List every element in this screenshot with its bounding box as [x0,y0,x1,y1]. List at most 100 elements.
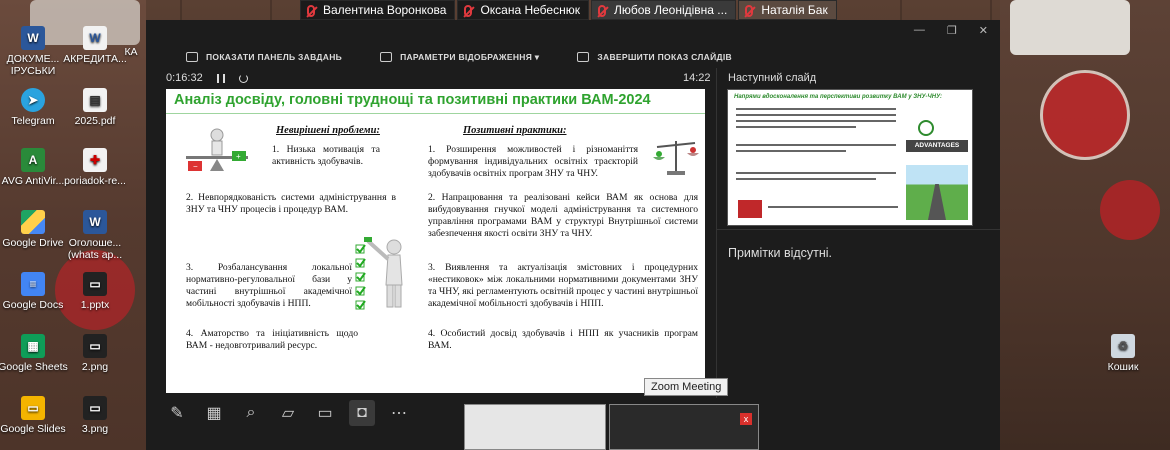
wallpaper-decor [1100,180,1160,240]
recycle-bin-icon: ♻ [1111,334,1135,358]
road-image [906,165,968,220]
pen-icon[interactable]: ✎ [164,400,190,426]
subtitles-icon[interactable]: ▭ [312,400,338,426]
desktop-icon-google-docs[interactable]: ≡ Google Docs [0,272,68,311]
png-icon: ▭ [83,334,107,358]
telegram-icon: ➤ [21,88,45,112]
text-line [736,178,876,180]
desktop-icon-pdf-2025[interactable]: ▤ 2025.pdf [60,88,130,127]
text-line [736,108,896,110]
tooltip: Zoom Meeting [644,378,729,396]
right-heading: Позитивні практики: [463,125,567,136]
minimize-icon[interactable]: — [914,24,925,38]
google-docs-icon: ≡ [21,272,45,296]
next-slide-title: Напрями вдосконалення та перспективи роз… [734,94,942,100]
desktop-icon-announcement[interactable]: W Оголоше... (whats ap... [60,210,130,261]
next-slide-thumbnail[interactable]: Напрями вдосконалення та перспективи роз… [727,89,973,226]
pdf-icon: ✚ [83,148,107,172]
presenter-view-window: — ❐ ✕ ПОКАЗАТИ ПАНЕЛЬ ЗАВДАНЬ ПАРАМЕТРИ … [146,20,1000,450]
left-item-2: 2. Невпорядкованість системи адмініструв… [186,192,396,215]
see-all-slides-icon[interactable]: ▦ [201,400,227,426]
target-icon [918,120,934,136]
window-preview-presentation[interactable] [464,404,606,450]
desktop-icon-telegram[interactable]: ➤ Telegram [0,88,68,127]
right-item-3: 3. Виявлення та актуалізація змістовних … [428,262,698,309]
right-item-2: 2. Напрацювання та реалізовані кейси ВАМ… [428,192,698,239]
display-settings-button[interactable]: ПАРАМЕТРИ ВІДОБРАЖЕННЯ ▾ [380,52,539,63]
seesaw-illustration-icon: − + [186,128,248,171]
more-options-icon[interactable]: ⋯ [386,400,412,426]
current-slide[interactable]: Аналіз досвіду, головні труднощі та пози… [166,89,705,393]
participant-tile[interactable]: Валентина Воронкова [300,0,456,20]
text-line [736,126,856,128]
display-icon [380,52,393,62]
desktop-icon-pptx[interactable]: ▭ 1.pptx [60,272,130,311]
left-heading: Невирішені проблеми: [276,125,380,136]
png-icon: ▭ [83,396,107,420]
right-item-1: 1. Розширення можливостей і різноманіття… [428,144,638,179]
word-doc-icon: W [83,26,107,50]
pause-icon[interactable] [216,73,225,83]
mic-muted-icon [307,5,315,17]
window-preview-zoom[interactable]: x [609,404,759,450]
end-show-icon [577,52,590,62]
text-line [736,120,896,122]
desktop-icon-partial[interactable]: КА [116,46,146,58]
next-slide-label: Наступний слайд [728,72,817,84]
wallpaper-decor [1010,0,1130,55]
restore-icon[interactable]: ❐ [947,24,957,38]
participant-tile[interactable]: Оксана Небеснюк [457,0,589,20]
window-titlebar: — ❐ ✕ [146,20,1000,38]
svg-text:+: + [236,152,241,161]
presenter-controls: ✎ ▦ ⌕ ▱ ▭ ◘ ⋯ [164,400,412,426]
presenter-toolbar: ПОКАЗАТИ ПАНЕЛЬ ЗАВДАНЬ ПАРАМЕТРИ ВІДОБР… [146,38,1000,76]
advantages-badge: ADVANTAGES [906,120,968,154]
notes-divider [716,229,1000,230]
title-underline [166,113,705,114]
end-slideshow-button[interactable]: ЗАВЕРШИТИ ПОКАЗ СЛАЙДІВ [577,52,732,62]
black-screen-icon[interactable]: ▱ [275,400,301,426]
word-doc-icon: W [83,210,107,234]
slideshow-timer: 0:16:32 [166,72,248,84]
reset-timer-icon[interactable] [238,73,248,83]
close-preview-icon[interactable]: x [740,413,752,425]
google-sheets-icon: ▦ [21,334,45,358]
panel-divider [716,68,717,398]
desktop-icon-png-3[interactable]: ▭ 3.png [60,396,130,435]
desktop-icon-avg[interactable]: A AVG AntiVir... [0,148,68,187]
desktop-icon-google-sheets[interactable]: ▦ Google Sheets [0,334,68,373]
avg-icon: A [21,148,45,172]
left-item-3: 3. Розбалансування локальної нормативно-… [186,262,352,309]
participant-tile[interactable]: Любов Леонідівна ... [590,0,737,20]
text-line [736,114,896,116]
speaker-notes: Примітки відсутні. [728,246,833,260]
pdf-icon: ▤ [83,88,107,112]
desktop-icon-google-slides[interactable]: ▭ Google Slides [0,396,68,435]
taskbar-icon [186,52,198,62]
left-item-1: 1. Низька мотивація та активність здобув… [272,144,380,167]
show-taskbar-button[interactable]: ПОКАЗАТИ ПАНЕЛЬ ЗАВДАНЬ [186,52,342,62]
camera-icon[interactable]: ◘ [349,400,375,426]
checklist-person-icon [355,237,403,310]
desktop-icon-poriadok[interactable]: ✚ poriadok-re... [60,148,130,187]
desktop-icon-document[interactable]: W ДОКУМЕ... ІРУСЬКИ [0,26,68,77]
desktop-icon-recycle-bin[interactable]: ♻ Кошик [1088,334,1158,373]
text-line [768,206,898,208]
google-slides-icon: ▭ [21,396,45,420]
mic-muted-icon [464,5,473,17]
text-line [736,144,896,146]
zoom-icon[interactable]: ⌕ [238,400,264,426]
current-time: 14:22 [683,72,711,84]
text-line [736,150,846,152]
desktop-icon-google-drive[interactable]: Google Drive [0,210,68,249]
desktop-icon-png-2[interactable]: ▭ 2.png [60,334,130,373]
svg-text:−: − [193,162,198,171]
logo-icon [738,200,762,218]
mic-muted-icon [597,5,606,17]
wallpaper-decor [1040,70,1130,160]
word-doc-icon: W [21,26,45,50]
participant-tile[interactable]: Наталія Бак [738,0,837,20]
participant-strip: Валентина Воронкова Оксана Небеснюк Любо… [300,0,837,20]
close-icon[interactable]: ✕ [979,24,988,38]
left-item-4: 4. Аматорство та ініціативність щодо ВАМ… [186,328,358,351]
